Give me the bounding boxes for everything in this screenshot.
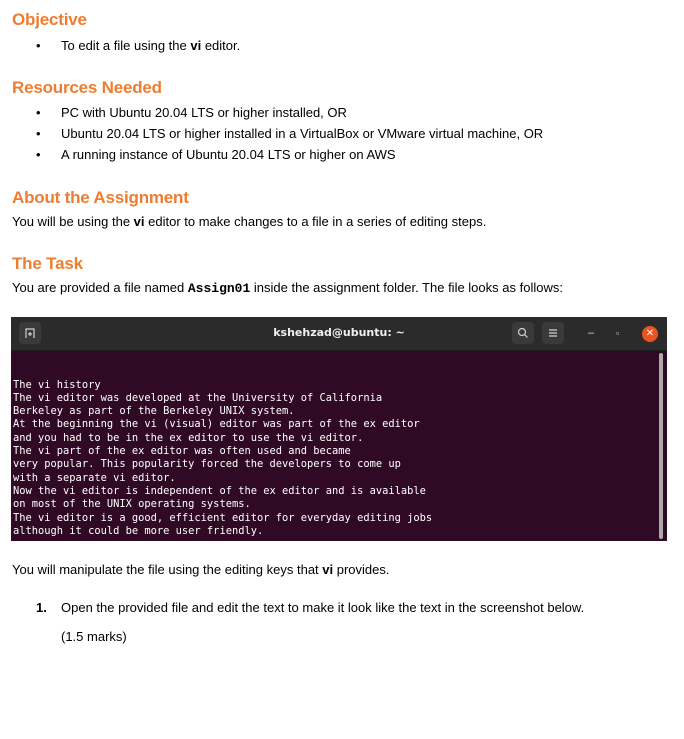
terminal-content: The vi history The vi editor was develope… <box>13 352 657 541</box>
resource-bullet: • A running instance of Ubuntu 20.04 LTS … <box>36 147 396 162</box>
task-text: You are provided a file named Assign01 i… <box>12 280 563 296</box>
bullet-icon: • <box>36 38 41 53</box>
terminal-line: The vi history <box>13 378 101 391</box>
terminal-title: kshehzad@ubuntu: ~ <box>273 326 405 339</box>
task-heading: The Task <box>12 254 83 273</box>
step-text: Open the provided file and edit the text… <box>61 600 585 615</box>
minimize-button[interactable]: – <box>588 325 594 341</box>
resource-bullet: • Ubuntu 20.04 LTS or higher installed in… <box>36 126 544 141</box>
terminal-line: Berkeley as part of the Berkeley UNIX sy… <box>13 405 295 418</box>
step-number: 1. <box>36 600 47 615</box>
terminal-line: At the beginning the vi (visual) editor … <box>13 418 420 431</box>
about-heading: About the Assignment <box>12 188 189 207</box>
manipulate-text: You will manipulate the file using the e… <box>12 562 390 577</box>
restore-button[interactable]: ▫ <box>616 325 619 341</box>
terminal-lines: The vi history The vi editor was develope… <box>13 379 657 539</box>
objective-heading: Objective <box>12 10 87 29</box>
terminal-line: and you had to be in the ex editor to us… <box>13 431 364 444</box>
hamburger-menu-icon <box>549 329 557 337</box>
terminal-scrollbar[interactable] <box>659 353 663 539</box>
terminal-line: Now the vi editor is independent of the … <box>13 484 426 497</box>
terminal-line: although it could be more user friendly. <box>13 524 264 537</box>
filename: Assign01 <box>187 281 251 296</box>
bullet-icon: • <box>36 147 41 162</box>
resources-heading: Resources Needed <box>12 78 162 97</box>
bullet-icon: • <box>36 126 41 141</box>
about-text: You will be using the vi editor to make … <box>12 214 487 229</box>
bullet-icon: • <box>36 105 41 120</box>
search-icon <box>517 327 528 338</box>
terminal-line: very popular. This popularity forced the… <box>13 458 401 471</box>
terminal-line: The vi editor was developed at the Unive… <box>13 391 383 404</box>
terminal-screenshot: kshehzad@ubuntu: ~ – ▫ ✕ The vi history T… <box>11 317 667 541</box>
terminal-line: on most of the UNIX operating systems. <box>13 498 251 511</box>
objective-bullet: • To edit a file using the vi editor. <box>36 38 241 53</box>
step-item: 1. Open the provided file and edit the te… <box>36 600 584 615</box>
terminal-line: The vi part of the ex editor was often u… <box>13 445 351 458</box>
terminal-line: with a separate vi editor. <box>13 471 176 484</box>
close-button[interactable]: ✕ <box>642 326 658 342</box>
resource-bullet: • PC with Ubuntu 20.04 LTS or higher inst… <box>36 105 347 120</box>
menu-button[interactable] <box>542 322 564 344</box>
terminal-titlebar: kshehzad@ubuntu: ~ – ▫ ✕ <box>11 317 667 351</box>
terminal-line: The vi editor is a good, efficient edito… <box>13 511 433 524</box>
step-marks: (1.5 marks) <box>61 629 127 644</box>
search-button[interactable] <box>512 322 534 344</box>
